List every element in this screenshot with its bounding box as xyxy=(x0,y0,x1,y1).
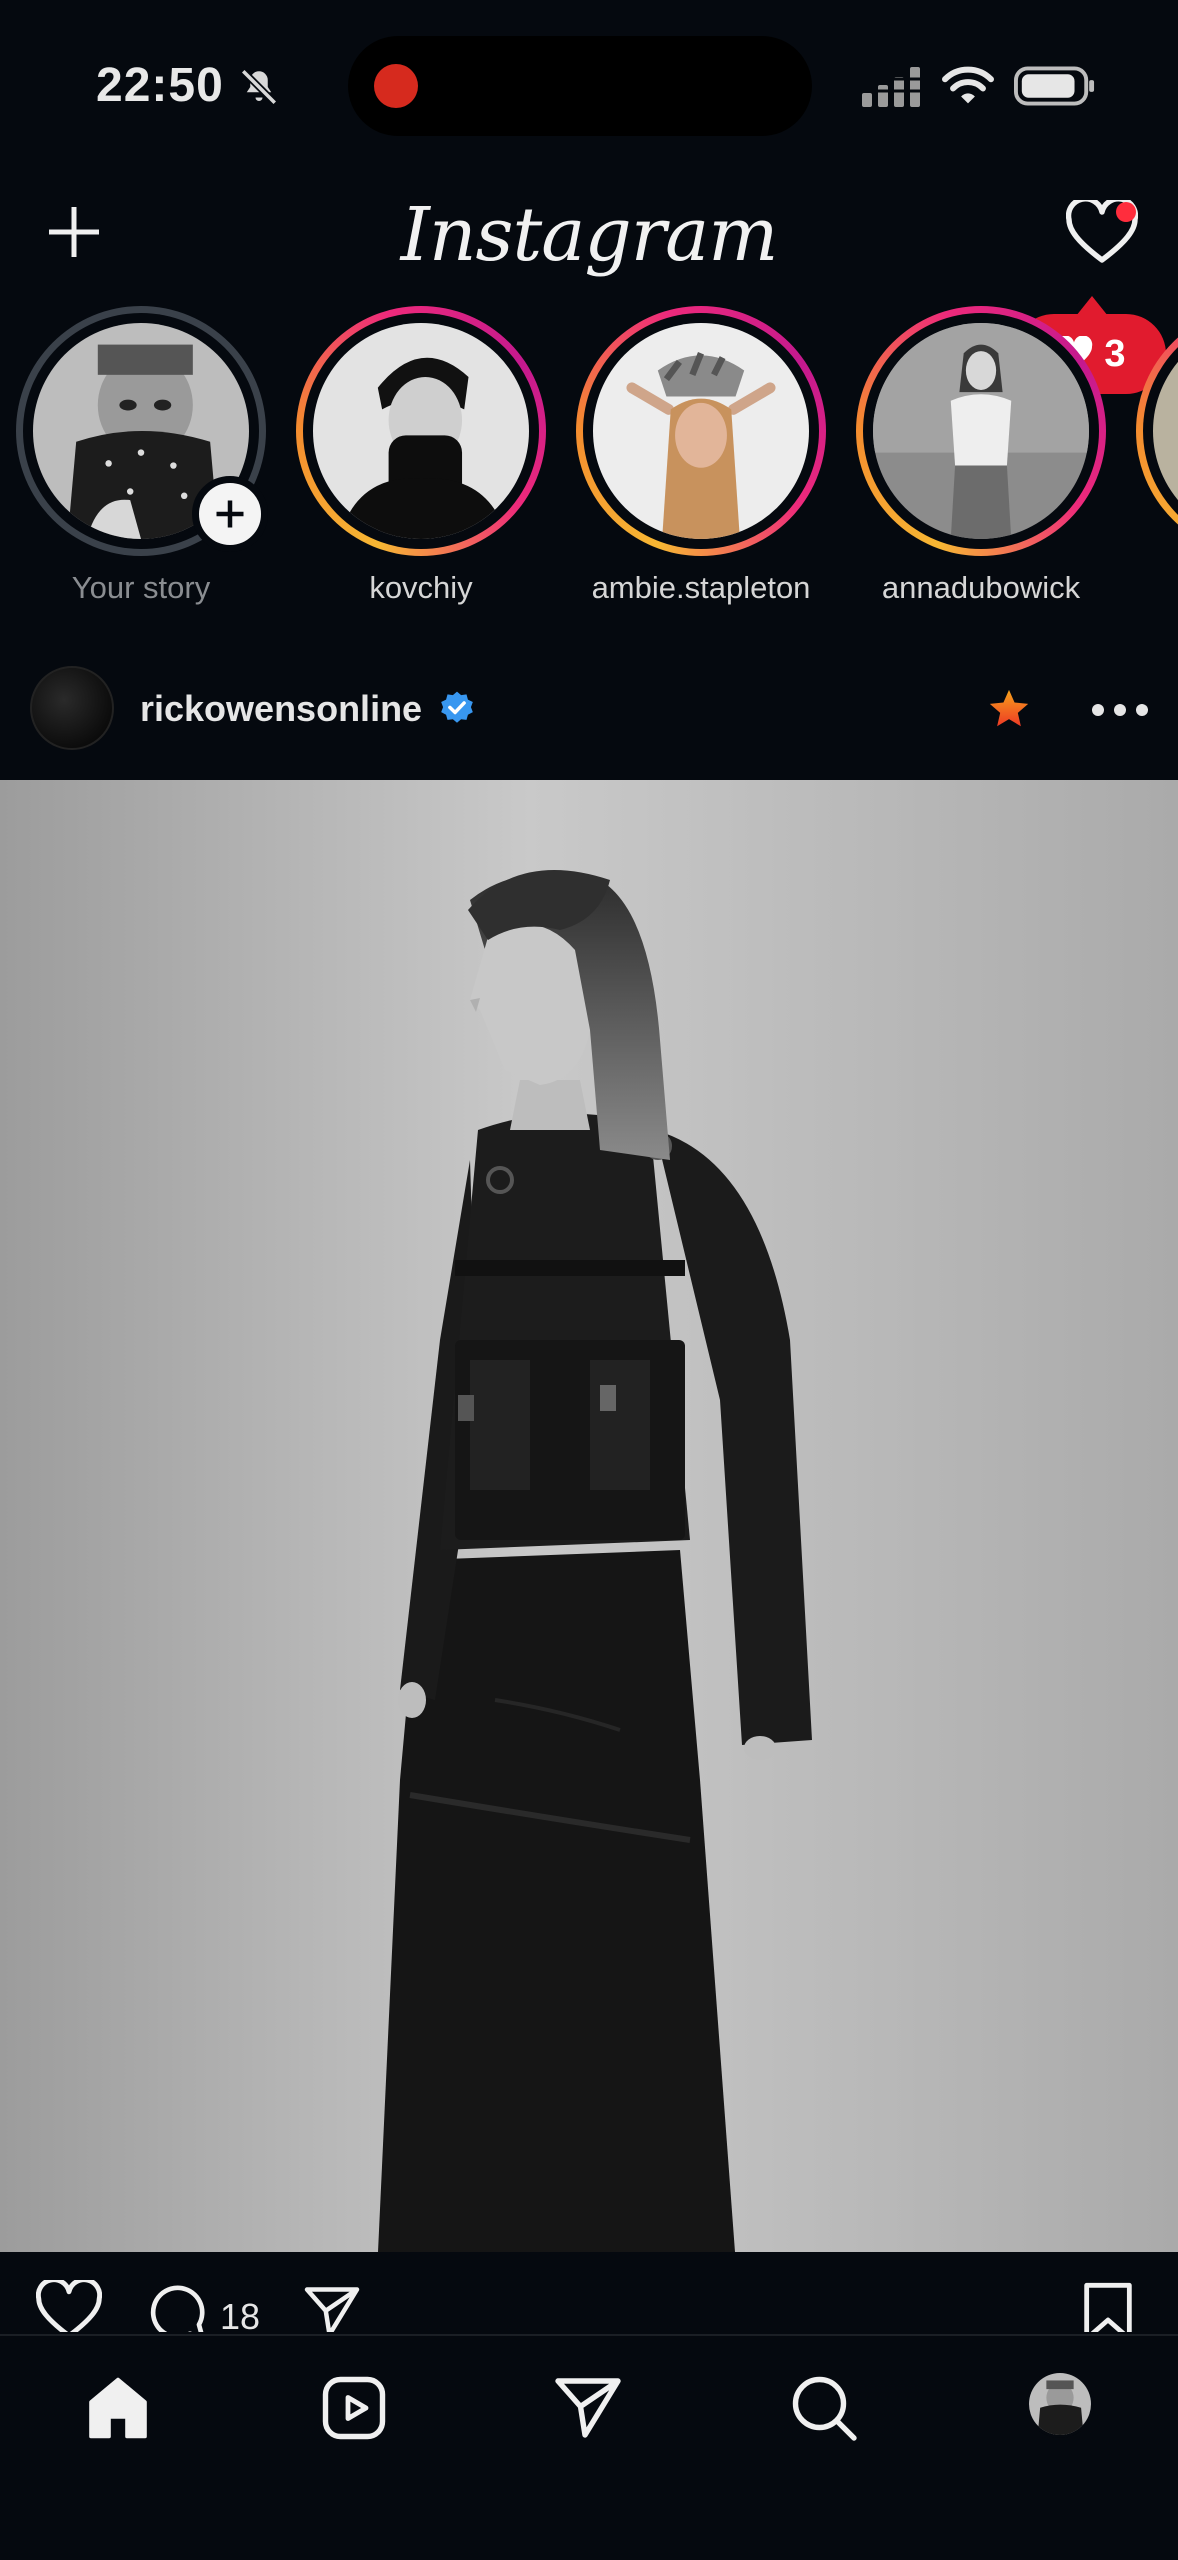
comment-icon[interactable] xyxy=(146,2282,208,2332)
story-your-story[interactable]: Your story xyxy=(16,306,268,620)
story-avatar xyxy=(1153,323,1178,539)
signal-icon xyxy=(862,67,922,107)
post-photo-figure xyxy=(0,780,1178,2252)
story-ring xyxy=(856,306,1106,556)
story-ring xyxy=(1136,306,1178,556)
heart-icon[interactable] xyxy=(36,2280,102,2332)
post-author-avatar[interactable] xyxy=(30,666,114,750)
comment-count[interactable]: 18 xyxy=(220,2296,260,2332)
story-next-partial[interactable] xyxy=(1136,306,1178,620)
story-kovchiy[interactable]: kovchiy xyxy=(296,306,546,620)
story-username: annadubowick xyxy=(881,570,1081,605)
recording-indicator xyxy=(374,64,418,108)
reels-icon[interactable] xyxy=(318,2372,390,2444)
send-icon[interactable] xyxy=(552,2372,624,2444)
story-avatar xyxy=(313,323,529,539)
battery-icon xyxy=(1014,66,1095,106)
instagram-logo[interactable]: Instagram xyxy=(0,192,1178,278)
stories-tray: Your story kovchiy ambie.stapleton annad… xyxy=(0,300,1178,620)
verified-badge-icon xyxy=(441,691,473,723)
story-avatar xyxy=(593,323,809,539)
plus-icon xyxy=(216,500,244,528)
search-icon[interactable] xyxy=(788,2372,860,2444)
bell-slash-icon xyxy=(240,68,278,106)
app-header: Instagram xyxy=(0,170,1178,300)
status-time: 22:50 xyxy=(96,59,224,112)
story-avatar xyxy=(873,323,1089,539)
more-horizontal-icon[interactable] xyxy=(1090,692,1150,728)
story-ring xyxy=(576,306,826,556)
star-icon[interactable] xyxy=(986,686,1032,732)
story-ambie-stapleton[interactable]: ambie.stapleton xyxy=(576,306,826,620)
post-author-username[interactable]: rickowensonline xyxy=(140,688,422,730)
send-icon[interactable] xyxy=(300,2282,364,2332)
wifi-icon xyxy=(942,66,994,104)
status-bar: 22:50 xyxy=(0,0,1178,170)
activity-notification-dot xyxy=(1116,202,1136,222)
bookmark-icon[interactable] xyxy=(1080,2280,1136,2332)
home-icon[interactable] xyxy=(82,2372,154,2444)
add-story-button[interactable] xyxy=(192,476,268,552)
story-ring xyxy=(296,306,546,556)
post-image[interactable] xyxy=(0,780,1178,2252)
story-annadubowick[interactable]: annadubowick xyxy=(856,306,1106,620)
instagram-feed-screen: 22:50 Instagram 3 Your story kovchiy amb… xyxy=(0,0,1178,2560)
post-actions: 18 xyxy=(0,2252,1178,2332)
dynamic-island xyxy=(348,36,812,136)
bottom-tab-bar xyxy=(0,2334,1178,2560)
profile-avatar[interactable] xyxy=(1026,2370,1094,2438)
post-header: rickowensonline xyxy=(0,650,1178,770)
